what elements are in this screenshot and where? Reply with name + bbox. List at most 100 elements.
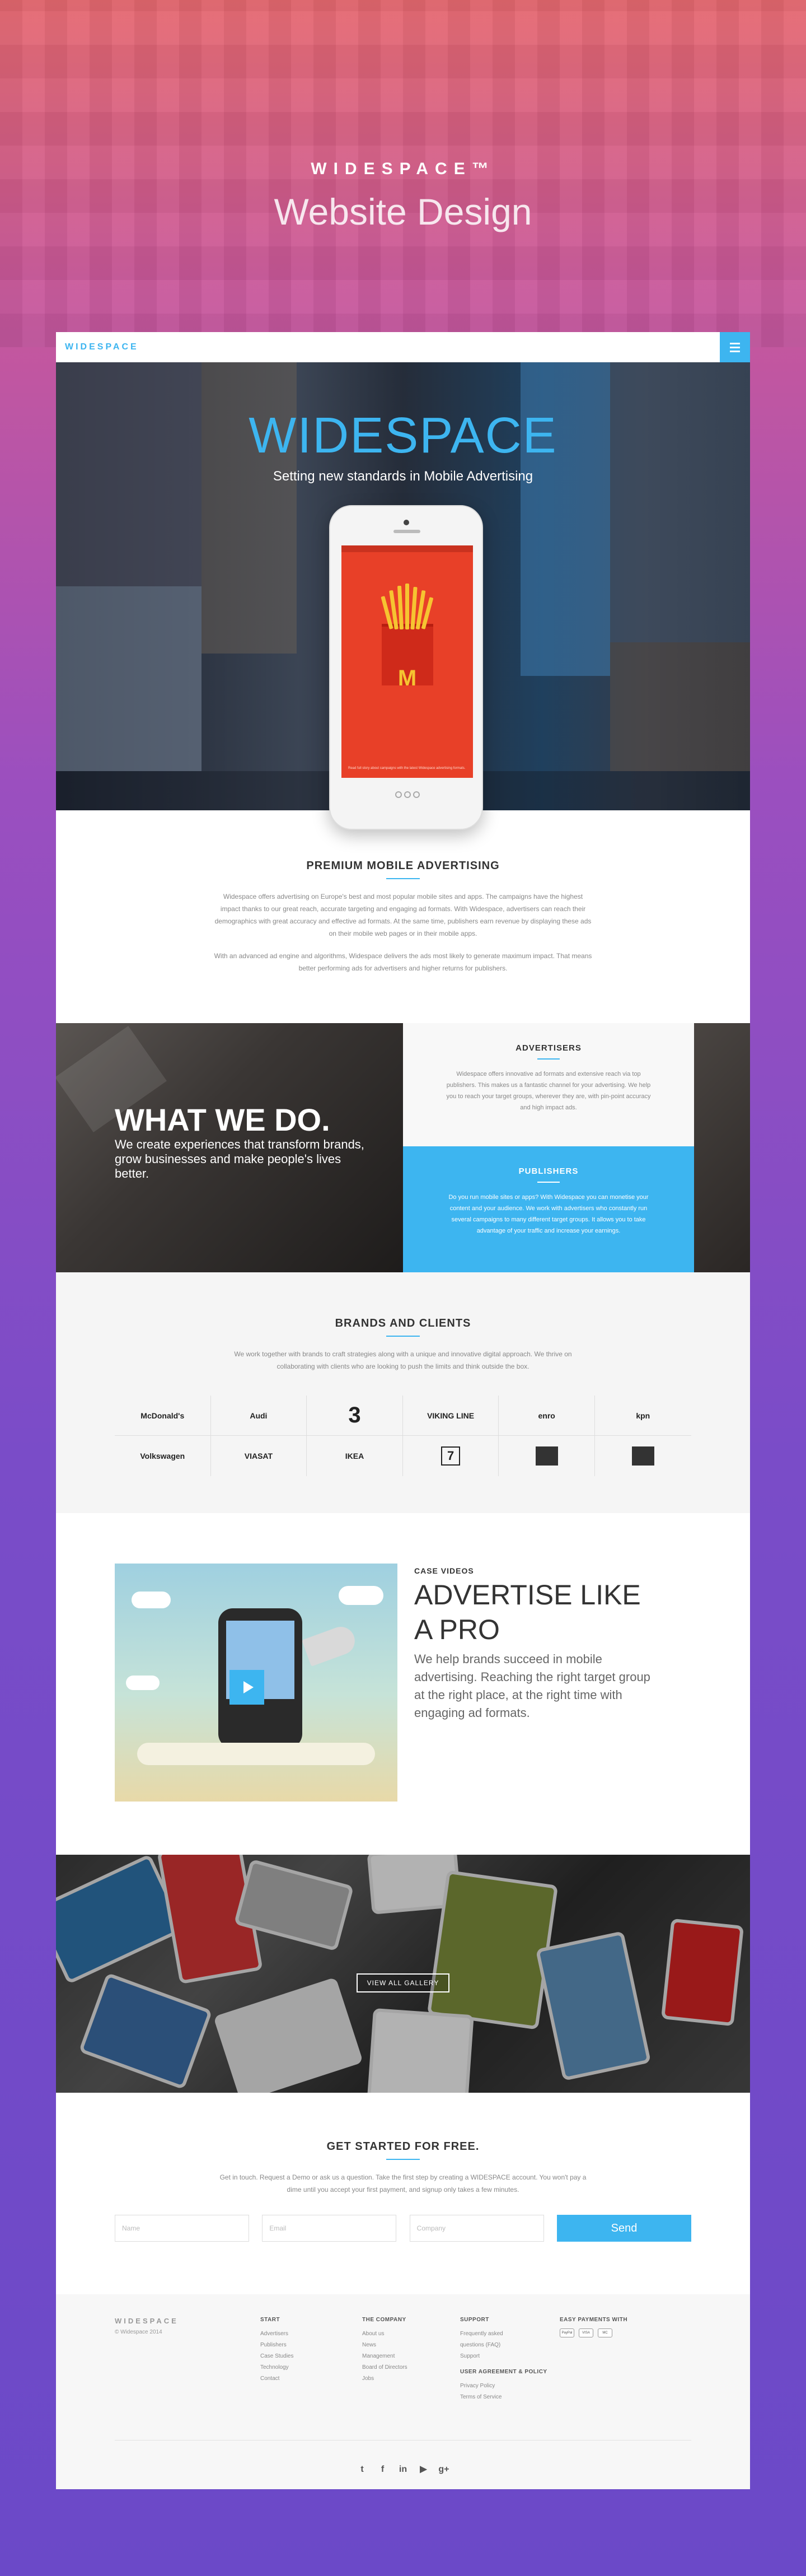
banner-photo-tile	[56, 586, 202, 771]
brand-mark-icon	[631, 1446, 654, 1466]
brands-text: We work together with brands to craft st…	[234, 1350, 572, 1370]
carousel-dot[interactable]	[404, 791, 411, 798]
footer-col-title: START	[260, 2317, 280, 2323]
brand-logo-viking-line: VIKING LINE	[402, 1396, 499, 1436]
publishers-text: Do you run mobile sites or apps? With Wi…	[448, 1194, 649, 1234]
what-we-do-image: WHAT WE DO. We create experiences that t…	[56, 1023, 403, 1272]
carousel-dots[interactable]	[391, 791, 424, 801]
cloud-illustration	[126, 1676, 160, 1690]
footer-copyright: © Widespace 2014	[115, 2329, 162, 2335]
brand-logo-7eleven: 7	[403, 1436, 499, 1476]
advertisers-title: ADVERTISERS	[516, 1043, 582, 1053]
footer-link[interactable]: Terms of Service	[460, 2392, 516, 2403]
name-field[interactable]	[115, 2215, 249, 2242]
footer-link[interactable]: Privacy Policy	[460, 2381, 516, 2392]
nav-logo[interactable]: WIDESPACE	[65, 342, 139, 352]
banner-photo-tile	[610, 362, 750, 642]
panel-divider	[537, 1182, 560, 1183]
footer-link[interactable]: Management	[362, 2351, 418, 2362]
company-field[interactable]	[409, 2215, 544, 2242]
brand-logo-mcdonalds: McDonald's	[115, 1396, 211, 1436]
facebook-icon[interactable]: f	[377, 2465, 388, 2476]
play-icon	[243, 1681, 254, 1693]
footer: WIDESPACE © Widespace 2014 START Adverti…	[56, 2294, 750, 2489]
footer-link[interactable]: Case Studies	[260, 2351, 316, 2362]
cloud-illustration	[132, 1592, 171, 1608]
get-started-title: GET STARTED FOR FREE.	[326, 2140, 480, 2153]
hero-banner: WIDESPACE Setting new standards in Mobil…	[56, 362, 750, 830]
footer-link[interactable]: Board of Directors	[362, 2362, 418, 2373]
footer-col-title: EASY PAYMENTS WITH	[560, 2317, 628, 2323]
footer-link[interactable]: Publishers	[260, 2340, 316, 2351]
title-divider	[386, 2159, 420, 2160]
email-field[interactable]	[262, 2215, 397, 2242]
hamburger-icon-bar	[730, 351, 740, 352]
phone-screen: M Read full story about campaigns with t…	[341, 545, 473, 778]
phone-statusbar	[341, 545, 473, 552]
brand-logo-dark-2	[595, 1436, 691, 1476]
footer-link[interactable]: Frequently asked questions (FAQ)	[460, 2328, 516, 2351]
case-video-thumbnail[interactable]	[115, 1564, 397, 1802]
brand-logo-ikea: IKEA	[307, 1436, 403, 1476]
footer-col-title: USER AGREEMENT & POLICY	[460, 2369, 547, 2375]
signup-form: Send	[115, 2215, 691, 2242]
footer-col-payments: EASY PAYMENTS WITH PayPal VISA MC	[560, 2317, 627, 2337]
paypal-icon: PayPal	[560, 2328, 574, 2337]
what-we-do-side-image	[694, 1023, 750, 1272]
title-divider	[386, 1336, 420, 1337]
footer-link[interactable]: Advertisers	[260, 2328, 316, 2340]
publishers-panel[interactable]: PUBLISHERS Do you run mobile sites or ap…	[403, 1146, 694, 1272]
phone-speaker	[393, 530, 420, 533]
linkedin-icon[interactable]: in	[397, 2465, 409, 2476]
title-divider	[386, 878, 420, 879]
case-videos-kicker: CASE VIDEOS	[414, 1566, 474, 1575]
fry	[405, 584, 409, 629]
get-started-section: GET STARTED FOR FREE. Get in touch. Requ…	[56, 2093, 750, 2294]
case-videos-text: We help brands succeed in mobile adverti…	[414, 1652, 650, 1720]
footer-col-support: SUPPORT Frequently asked questions (FAQ)…	[460, 2317, 561, 2403]
carousel-dot[interactable]	[395, 791, 402, 798]
presentation-title: Website Design	[274, 191, 532, 232]
mcdonalds-logo-icon: M	[397, 666, 417, 690]
footer-link[interactable]: News	[362, 2340, 418, 2351]
social-links: t f in ▶ g+	[56, 2463, 750, 2476]
footer-logo[interactable]: WIDESPACE	[115, 2317, 179, 2325]
footer-link[interactable]: About us	[362, 2328, 418, 2340]
banner-title: WIDESPACE	[249, 408, 557, 464]
brand-logo-volkswagen: Volkswagen	[115, 1436, 211, 1476]
cloud-illustration	[339, 1586, 383, 1605]
premium-paragraph-2: With an advanced ad engine and algorithm…	[214, 952, 592, 972]
google-plus-icon[interactable]: g+	[438, 2465, 449, 2476]
brand-row: Volkswagen VIASAT IKEA 7	[115, 1436, 691, 1476]
hamburger-menu-button[interactable]	[720, 332, 750, 362]
view-all-gallery-button[interactable]: VIEW ALL GALLERY	[357, 1973, 449, 1992]
ground-illustration	[137, 1743, 375, 1765]
youtube-icon[interactable]: ▶	[418, 2463, 429, 2475]
presentation-logo: WIDESPACE™	[311, 160, 495, 178]
footer-col-start: START Advertisers Publishers Case Studie…	[260, 2317, 316, 2384]
premium-section: PREMIUM MOBILE ADVERTISING Widespace off…	[56, 810, 750, 1023]
advertisers-text: Widespace offers innovative ad formats a…	[446, 1071, 651, 1111]
footer-link[interactable]: Jobs	[362, 2373, 418, 2384]
mastercard-icon: MC	[598, 2328, 612, 2337]
twitter-icon[interactable]: t	[357, 2465, 368, 2476]
banner-photo-tile	[610, 642, 750, 771]
case-videos-title: ADVERTISE LIKE A PRO	[414, 1579, 641, 1645]
footer-link[interactable]: Contact	[260, 2373, 316, 2384]
gallery-section: VIEW ALL GALLERY	[56, 1855, 750, 2093]
brand-row: McDonald's Audi 3 VIKING LINE enro kpn	[115, 1396, 691, 1436]
brand-logo-grid: McDonald's Audi 3 VIKING LINE enro kpn V…	[115, 1396, 691, 1476]
carousel-dot[interactable]	[413, 791, 420, 798]
footer-col-title: SUPPORT	[460, 2317, 489, 2323]
send-button[interactable]: Send	[556, 2215, 691, 2242]
footer-link[interactable]: Support	[460, 2351, 516, 2362]
payment-icons: PayPal VISA MC	[560, 2328, 627, 2337]
brand-mark-icon	[535, 1446, 558, 1466]
footer-link[interactable]: Technology	[260, 2362, 316, 2373]
what-we-do-section: WHAT WE DO. We create experiences that t…	[56, 1023, 750, 1272]
top-nav: WIDESPACE	[56, 332, 750, 362]
brand-logo-three: 3	[307, 1396, 403, 1436]
advertisers-panel[interactable]: ADVERTISERS Widespace offers innovative …	[403, 1023, 694, 1146]
play-video-button[interactable]	[229, 1670, 264, 1705]
camera-dot	[404, 520, 409, 525]
